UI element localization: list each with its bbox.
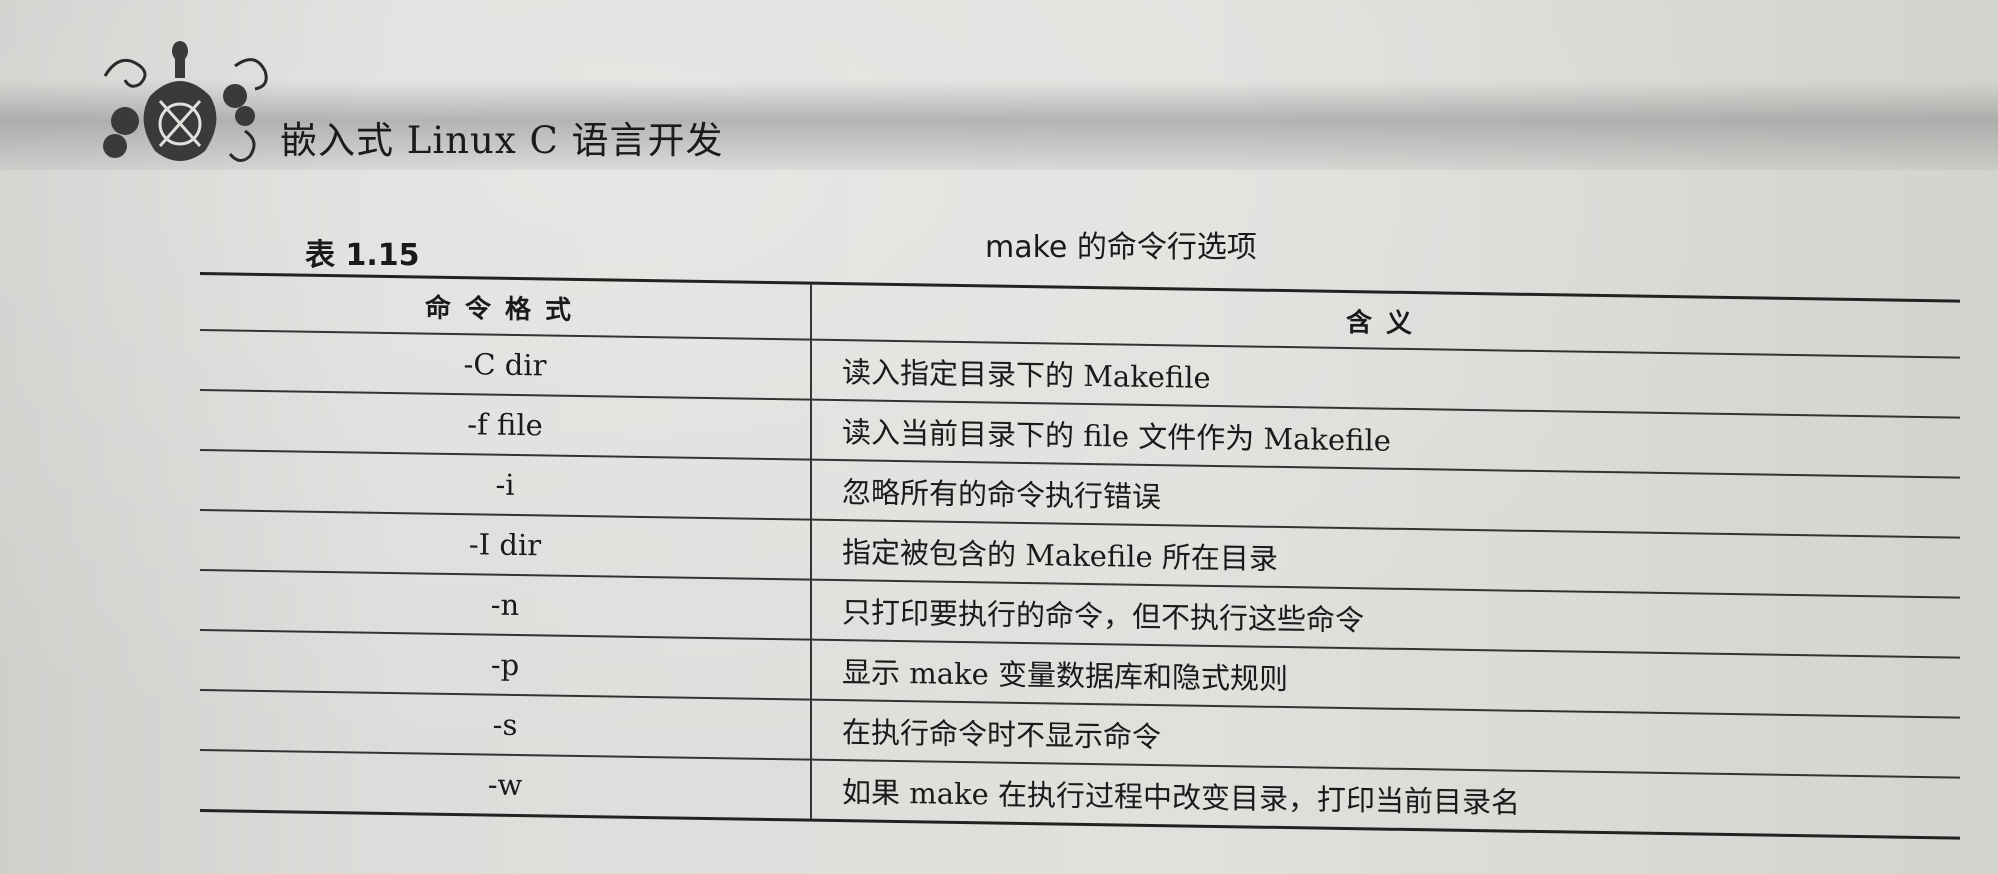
table-title: make 的命令行选项 bbox=[985, 230, 1257, 265]
row-command: -C dir bbox=[200, 330, 811, 400]
row-command: -i bbox=[200, 450, 811, 520]
book-page: 嵌入式 Linux C 语言开发 表 1.15 make 的命令行选项 命令格式… bbox=[0, 0, 1998, 874]
row-command: -f file bbox=[200, 390, 811, 460]
row-command: -I dir bbox=[200, 510, 811, 580]
table-number: 表 1.15 bbox=[305, 238, 420, 273]
header-command-format: 命令格式 bbox=[200, 273, 811, 340]
row-command: -p bbox=[200, 630, 811, 700]
running-title: 嵌入式 Linux C 语言开发 bbox=[280, 119, 724, 162]
row-command: -s bbox=[200, 690, 811, 760]
row-command: -w bbox=[200, 750, 811, 821]
make-options-table: 命令格式 含义 -C dir 读入指定目录下的 Makefile -f file… bbox=[200, 272, 1960, 850]
decorative-vase-logo-icon bbox=[103, 41, 268, 162]
options-table: 命令格式 含义 -C dir 读入指定目录下的 Makefile -f file… bbox=[200, 272, 1960, 840]
row-command: -n bbox=[200, 570, 811, 640]
